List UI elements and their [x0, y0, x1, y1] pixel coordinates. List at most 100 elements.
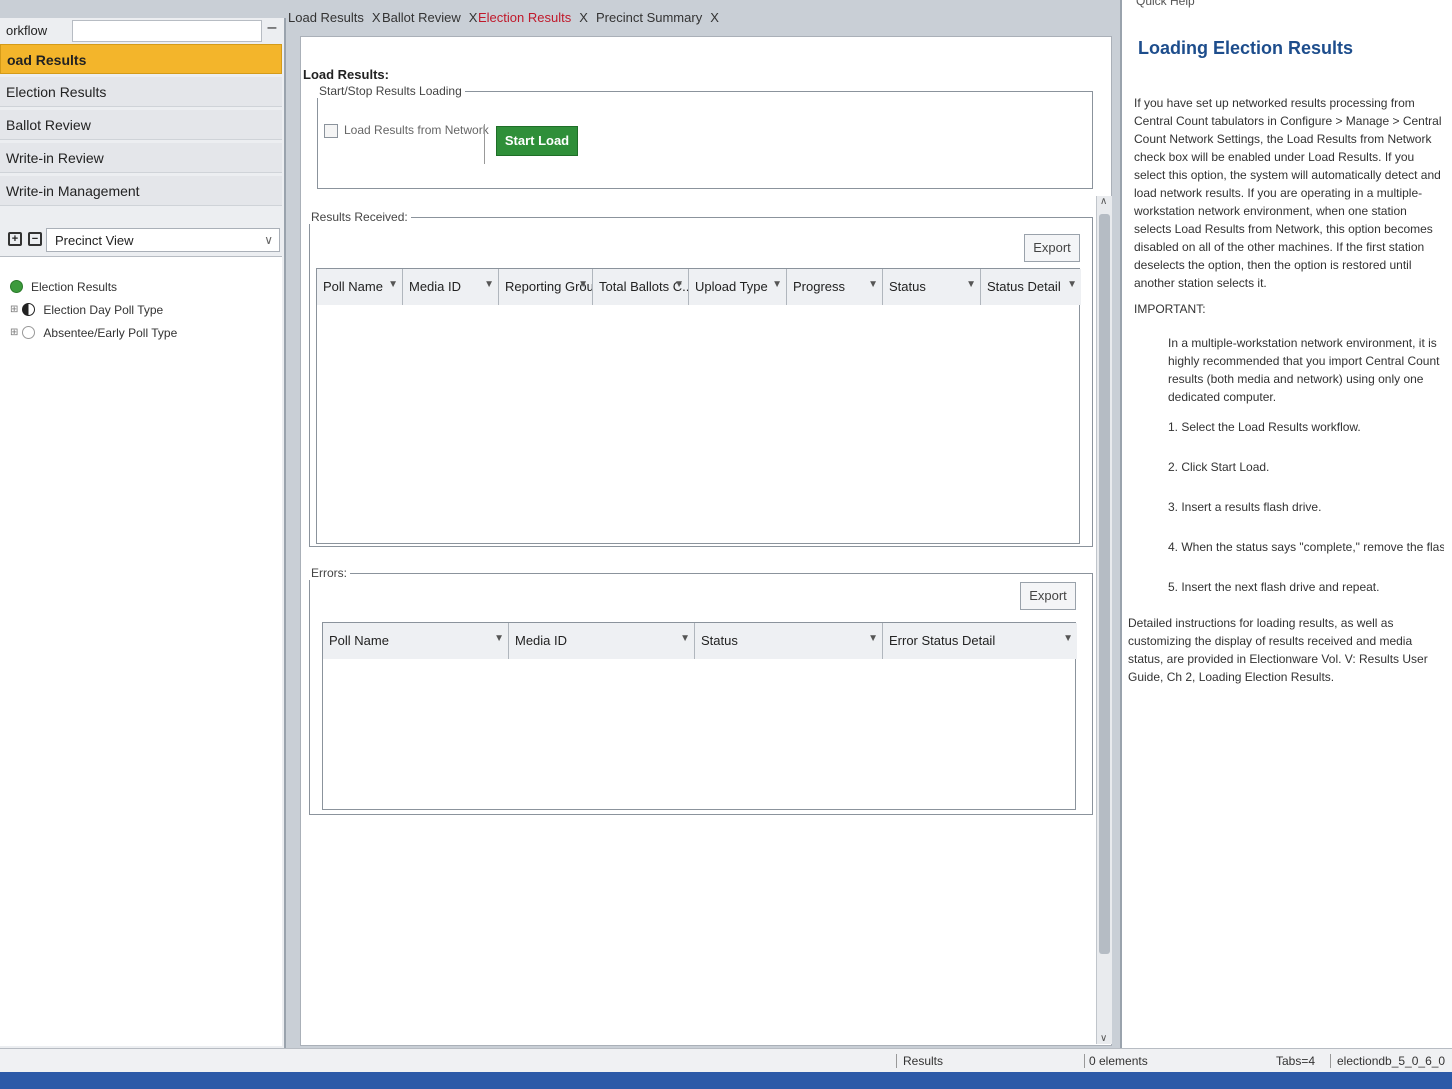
tab-load-results[interactable]: Load Results X [288, 10, 381, 34]
sort-caret-icon[interactable]: ▼ [772, 279, 782, 290]
workflow-item-ballot-review[interactable]: Ballot Review [0, 110, 282, 140]
minimize-icon[interactable]: – [262, 19, 282, 39]
sort-caret-icon[interactable]: ▼ [494, 633, 504, 644]
vertical-scrollbar[interactable]: ∧ ∨ [1096, 196, 1112, 1044]
tree-item-election-results[interactable]: Election Results [10, 279, 117, 299]
column-header[interactable]: Error Status Detail ▼ [883, 623, 1077, 659]
tab-label: Load Results [288, 10, 364, 25]
sort-caret-icon[interactable]: ▼ [1063, 633, 1073, 644]
workflow-header: orkflow – [0, 18, 286, 44]
column-header[interactable]: Reporting Group ▼ [499, 269, 593, 305]
results-received-table: Poll Name ▼ Media ID ▼ Reporting Group ▼ To… [316, 268, 1081, 544]
status-database: electiondb_5_0_6_0 [1330, 1054, 1452, 1068]
export-errors-button[interactable]: Export [1020, 582, 1076, 610]
close-icon[interactable]: X [710, 10, 719, 25]
scroll-down-icon[interactable]: ∨ [1100, 1033, 1107, 1044]
expand-icon[interactable]: ⊞ [10, 327, 18, 338]
chevron-down-icon: ∨ [264, 233, 273, 247]
workflow-item-label: Write-in Review [6, 150, 104, 166]
column-label: Poll Name [323, 279, 383, 294]
tab-ballot-review[interactable]: Ballot Review X [382, 10, 477, 34]
workflow-panel: orkflow – oad Results Election Results B… [0, 18, 286, 1048]
workflow-item-write-in-review[interactable]: Write-in Review [0, 143, 282, 173]
start-load-button[interactable]: Start Load [496, 126, 578, 156]
column-header[interactable]: Total Ballots C... ▼ [593, 269, 689, 305]
workflow-item-label: Ballot Review [6, 117, 91, 133]
column-header[interactable]: Poll Name ▼ [323, 623, 509, 659]
quick-help-tab[interactable]: Quick Help [1136, 0, 1195, 8]
column-header[interactable]: Media ID ▼ [509, 623, 695, 659]
tab-bar: Load Results X Ballot Review X Election Re… [288, 8, 1118, 36]
column-label: Status Detail [987, 279, 1061, 294]
load-from-network-checkbox[interactable] [324, 124, 338, 138]
sort-caret-icon[interactable]: ▼ [680, 633, 690, 644]
view-select-value: Precinct View [55, 233, 134, 248]
help-step: 4. When the status says "complete," remo… [1168, 540, 1444, 554]
sort-caret-icon[interactable]: ▼ [868, 633, 878, 644]
sort-caret-icon[interactable]: ▼ [578, 279, 588, 290]
results-tree: Election Results ⊞ Election Day Poll Type… [0, 256, 282, 1046]
tree-item-absentee[interactable]: ⊞ Absentee/Early Poll Type [10, 325, 177, 345]
load-results-panel: Load Results: Start/Stop Results Loading… [300, 36, 1112, 1046]
status-section: Results [896, 1054, 943, 1068]
tree-item-label: Election Day Poll Type [43, 302, 164, 317]
load-results-heading: Load Results: [303, 67, 389, 82]
scrollbar-thumb[interactable] [1099, 214, 1110, 954]
help-important: IMPORTANT: [1134, 302, 1206, 316]
close-icon[interactable]: X [469, 10, 478, 25]
sort-caret-icon[interactable]: ▼ [1067, 279, 1077, 290]
tab-label: Precinct Summary [596, 10, 703, 25]
workflow-title: orkflow [6, 23, 48, 38]
column-label: Status [889, 279, 926, 294]
column-label: Progress [793, 279, 846, 294]
export-results-button[interactable]: Export [1024, 234, 1080, 262]
sort-caret-icon[interactable]: ▼ [868, 279, 878, 290]
close-icon[interactable]: X [579, 10, 588, 25]
results-received-legend: Results Received: [308, 210, 411, 224]
column-header[interactable]: Upload Type ▼ [689, 269, 787, 305]
separator [484, 124, 485, 164]
half-dot-icon [22, 303, 36, 317]
tree-item-election-day[interactable]: ⊞ Election Day Poll Type [10, 302, 163, 322]
sort-caret-icon[interactable]: ▼ [484, 279, 494, 290]
tab-label: Ballot Review [382, 10, 461, 25]
errors-group: Errors: Export Poll Name ▼ Media ID ▼ Stat… [308, 566, 1093, 815]
workflow-item-election-results[interactable]: Election Results [0, 77, 282, 107]
column-header[interactable]: Media ID ▼ [403, 269, 499, 305]
column-label: Poll Name [329, 633, 389, 648]
close-icon[interactable]: X [372, 10, 381, 25]
sort-caret-icon[interactable]: ▼ [388, 279, 398, 290]
start-stop-legend: Start/Stop Results Loading [316, 84, 465, 98]
scroll-up-icon[interactable]: ∧ [1100, 196, 1107, 207]
expand-icon[interactable]: ⊞ [10, 304, 18, 315]
expand-all-icon[interactable]: + [8, 232, 22, 246]
errors-table: Poll Name ▼ Media ID ▼ Status ▼ Error Statu… [322, 622, 1077, 810]
sort-caret-icon[interactable]: ▼ [966, 279, 976, 290]
workflow-item-load-results[interactable]: oad Results [0, 44, 282, 74]
workflow-item-write-in-management[interactable]: Write-in Management [0, 176, 282, 206]
tab-election-results[interactable]: Election Results X [478, 10, 588, 34]
column-header[interactable]: Status ▼ [883, 269, 981, 305]
collapse-all-icon[interactable]: − [28, 232, 42, 246]
column-header[interactable]: Poll Name ▼ [317, 269, 403, 305]
view-row: + − Precinct View ∨ [0, 226, 282, 252]
column-label: Media ID [515, 633, 568, 648]
tree-item-label: Election Results [31, 279, 118, 294]
column-header[interactable]: Progress ▼ [787, 269, 883, 305]
view-select[interactable]: Precinct View ∨ [46, 228, 280, 252]
column-label: Upload Type [695, 279, 768, 294]
status-tabs: Tabs=4 [1276, 1054, 1316, 1068]
sort-caret-icon[interactable]: ▼ [674, 279, 684, 290]
help-paragraph: If you have set up networked results pro… [1134, 96, 1442, 290]
column-header[interactable]: Status Detail ▼ [981, 269, 1081, 305]
workflow-item-label: oad Results [7, 52, 87, 68]
desktop-strip [0, 1072, 1452, 1089]
load-from-network-label: Load Results from Network [344, 123, 489, 137]
column-label: Status [701, 633, 738, 648]
tab-precinct-summary[interactable]: Precinct Summary X [596, 10, 719, 34]
workflow-title-field [72, 20, 262, 42]
status-elements: 0 elements [1084, 1054, 1148, 1068]
green-dot-icon [10, 280, 23, 294]
help-step: 5. Insert the next flash drive and repea… [1168, 580, 1380, 594]
column-header[interactable]: Status ▼ [695, 623, 883, 659]
